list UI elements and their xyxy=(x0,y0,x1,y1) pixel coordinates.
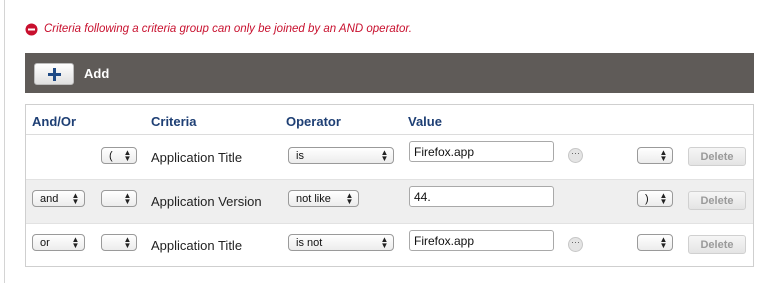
page-left-border xyxy=(4,0,5,283)
error-message: Criteria following a criteria group can … xyxy=(25,21,412,37)
select-arrows-icon: ▲ ▼ xyxy=(71,235,80,250)
column-and-or: And/Or xyxy=(32,114,77,129)
criteria-label: Application Title xyxy=(151,150,243,165)
close-paren-select[interactable]: ) ▲ ▼ xyxy=(637,190,673,207)
operator-select[interactable]: is ▲ ▼ xyxy=(288,147,394,164)
select-arrows-icon: ▲ ▼ xyxy=(345,191,354,206)
operator-value: is xyxy=(296,149,304,162)
and-or-select[interactable]: and ▲ ▼ xyxy=(32,190,85,207)
add-button[interactable] xyxy=(34,63,74,85)
delete-button[interactable]: Delete xyxy=(688,191,746,210)
open-paren-value: ( xyxy=(109,149,113,162)
plus-icon xyxy=(47,67,61,81)
operator-value: not like xyxy=(296,192,331,205)
criteria-label: Application Version xyxy=(151,194,262,209)
table-row: or ▲ ▼ ▲ ▼ Application Title is not ▲ ▼ Fir… xyxy=(26,223,753,268)
close-paren-select[interactable]: ▲ ▼ xyxy=(637,147,673,164)
open-paren-select[interactable]: ▲ ▼ xyxy=(101,234,137,251)
select-arrows-icon: ▲ ▼ xyxy=(123,235,132,250)
column-value: Value xyxy=(408,114,442,129)
criteria-table: And/Or Criteria Operator Value ( ▲ ▼ Appl… xyxy=(25,104,754,267)
criteria-label: Application Title xyxy=(151,238,243,253)
open-paren-select[interactable]: ▲ ▼ xyxy=(101,190,137,207)
browse-icon[interactable]: ··· xyxy=(568,148,583,163)
delete-button[interactable]: Delete xyxy=(688,147,746,166)
and-or-value: and xyxy=(40,192,59,205)
close-paren-value: ) xyxy=(645,192,649,205)
select-arrows-icon: ▲ ▼ xyxy=(123,191,132,206)
delete-button[interactable]: Delete xyxy=(688,235,746,254)
operator-value: is not xyxy=(296,236,323,249)
table-row: ( ▲ ▼ Application Title is ▲ ▼ Firefox.app… xyxy=(26,135,753,179)
error-text: Criteria following a criteria group can … xyxy=(44,23,412,35)
error-icon xyxy=(25,23,38,35)
column-operator: Operator xyxy=(286,114,341,129)
value-input[interactable]: 44. xyxy=(409,186,554,207)
select-arrows-icon: ▲ ▼ xyxy=(659,148,668,163)
select-arrows-icon: ▲ ▼ xyxy=(123,148,132,163)
value-input[interactable]: Firefox.app xyxy=(409,141,554,162)
add-label[interactable]: Add xyxy=(84,66,109,81)
select-arrows-icon: ▲ ▼ xyxy=(659,235,668,250)
select-arrows-icon: ▲ ▼ xyxy=(380,235,389,250)
and-or-select[interactable]: or ▲ ▼ xyxy=(32,234,85,251)
open-paren-select[interactable]: ( ▲ ▼ xyxy=(101,147,137,164)
toolbar: Add xyxy=(25,53,754,93)
value-input[interactable]: Firefox.app xyxy=(409,230,554,251)
value-text: Firefox.app xyxy=(414,233,475,248)
value-text: 44. xyxy=(414,189,431,204)
select-arrows-icon: ▲ ▼ xyxy=(659,191,668,206)
operator-select[interactable]: not like ▲ ▼ xyxy=(288,190,359,207)
select-arrows-icon: ▲ ▼ xyxy=(71,191,80,206)
and-or-value: or xyxy=(40,236,50,249)
browse-icon[interactable]: ··· xyxy=(568,237,583,252)
column-criteria: Criteria xyxy=(151,114,197,129)
close-paren-select[interactable]: ▲ ▼ xyxy=(637,234,673,251)
table-header: And/Or Criteria Operator Value xyxy=(26,105,753,135)
select-arrows-icon: ▲ ▼ xyxy=(380,148,389,163)
value-text: Firefox.app xyxy=(414,144,475,159)
operator-select[interactable]: is not ▲ ▼ xyxy=(288,234,394,251)
table-row: and ▲ ▼ ▲ ▼ Application Version not like ▲… xyxy=(26,179,753,224)
